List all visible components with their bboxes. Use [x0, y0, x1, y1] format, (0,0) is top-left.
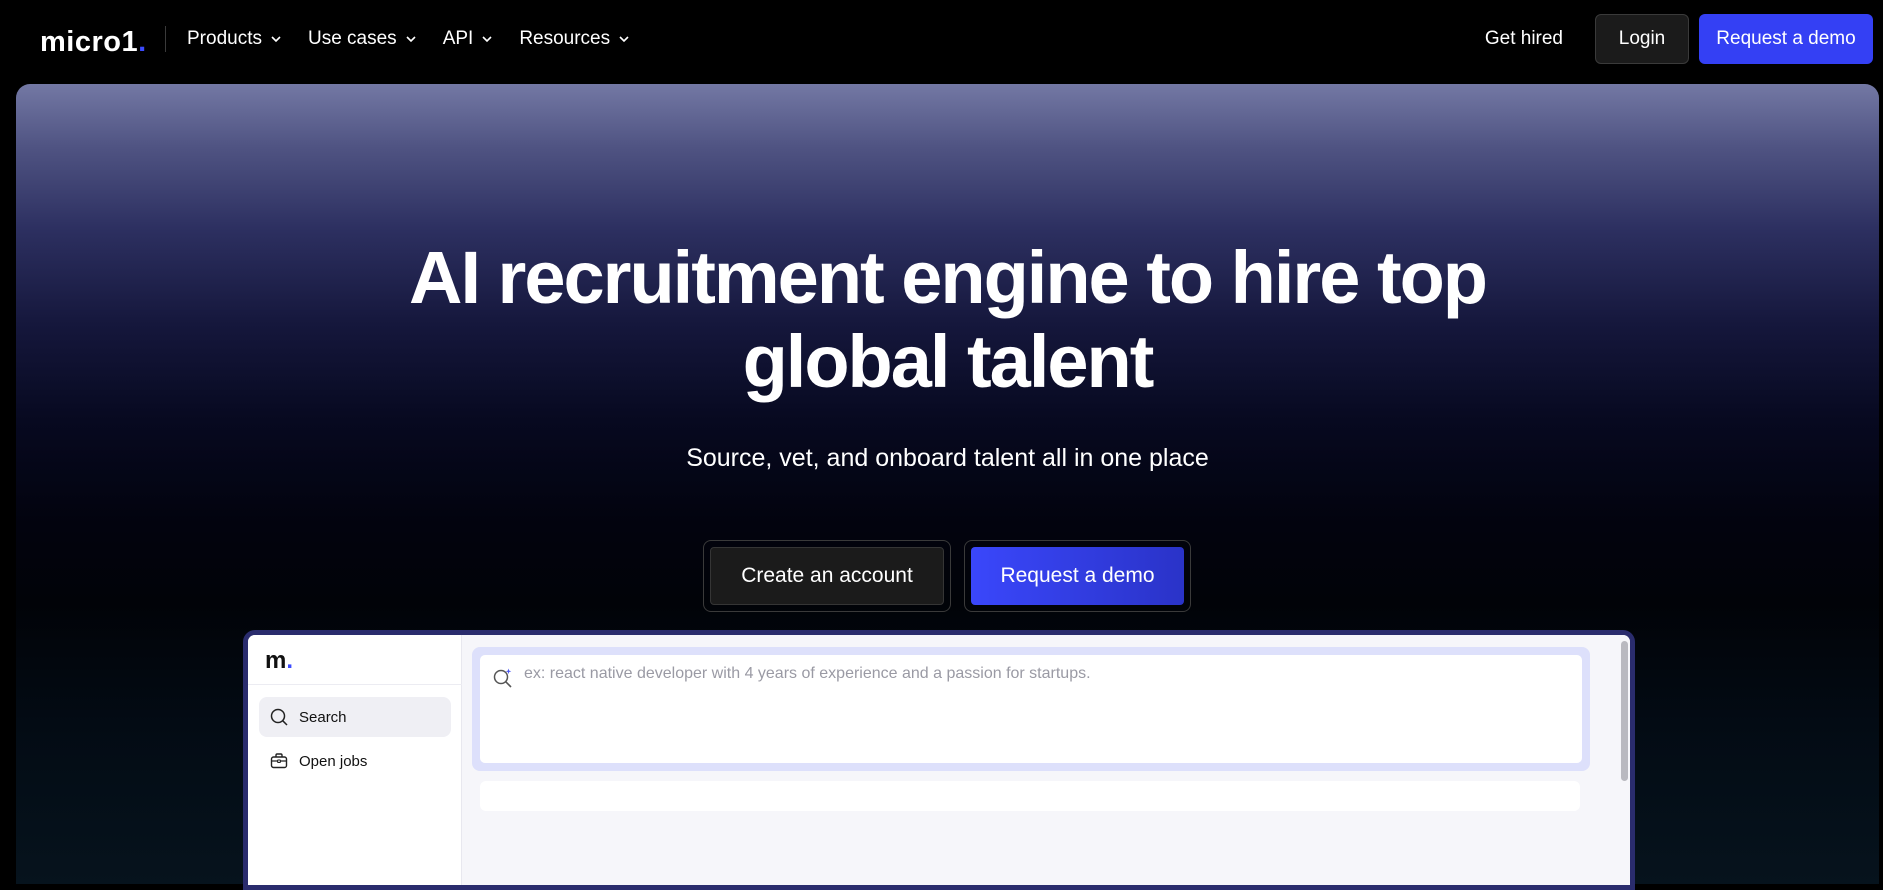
- create-account-button[interactable]: Create an account: [710, 547, 944, 605]
- create-account-wrapper: Create an account: [703, 540, 951, 612]
- search-input[interactable]: [524, 665, 1524, 683]
- ai-search-icon: [493, 668, 512, 688]
- search-box: [480, 655, 1582, 763]
- login-button[interactable]: Login: [1595, 14, 1689, 64]
- nav-resources-label: Resources: [519, 28, 611, 49]
- chevron-down-icon: [406, 36, 416, 43]
- request-demo-hero-button[interactable]: Request a demo: [971, 547, 1184, 605]
- preview-sidebar: m. Search Open jobs: [248, 635, 462, 885]
- nav-api[interactable]: API: [443, 24, 494, 54]
- briefcase-icon: [270, 753, 288, 769]
- nav-use-cases[interactable]: Use cases: [308, 24, 417, 54]
- preview-logo-letter: m: [265, 647, 287, 674]
- logo-dot: .: [138, 25, 147, 58]
- nav-products-label: Products: [187, 28, 262, 49]
- nav-actions: Get hired Login Request a demo: [1485, 14, 1873, 64]
- nav-links: Products Use cases API Resources: [187, 24, 656, 54]
- sidebar-item-label: Search: [299, 708, 347, 726]
- get-hired-link[interactable]: Get hired: [1485, 28, 1563, 50]
- chevron-down-icon: [619, 36, 629, 43]
- top-nav: micro1. Products Use cases API Resources…: [0, 0, 1883, 84]
- sidebar-item-label: Open jobs: [299, 752, 368, 770]
- preview-main: [462, 635, 1630, 885]
- sidebar-item-open-jobs[interactable]: Open jobs: [259, 741, 451, 781]
- chevron-down-icon: [482, 36, 492, 43]
- results-card: [480, 781, 1580, 811]
- logo-text: micro1: [40, 25, 139, 58]
- preview-logo: m.: [265, 647, 293, 675]
- nav-products[interactable]: Products: [187, 24, 282, 54]
- sidebar-item-search[interactable]: Search: [259, 697, 451, 737]
- nav-resources[interactable]: Resources: [519, 24, 630, 54]
- scrollbar[interactable]: [1621, 641, 1628, 781]
- request-demo-wrapper: Request a demo: [964, 540, 1191, 612]
- hero-title: AI recruitment engine to hire top global…: [16, 236, 1879, 404]
- sidebar-divider: [248, 684, 462, 685]
- nav-use-cases-label: Use cases: [307, 28, 397, 49]
- hero-title-line1: AI recruitment engine to hire top: [409, 236, 1488, 319]
- preview-logo-dot: .: [286, 647, 294, 674]
- app-preview: m. Search Open jobs: [243, 630, 1635, 890]
- logo-divider: [165, 26, 166, 52]
- hero-subtitle: Source, vet, and onboard talent all in o…: [686, 444, 1209, 472]
- micro1-logo[interactable]: micro1.: [40, 22, 147, 62]
- search-icon: [270, 708, 288, 726]
- chevron-down-icon: [271, 36, 281, 43]
- nav-api-label: API: [442, 28, 474, 49]
- hero-title-line2: global talent: [742, 320, 1155, 403]
- request-demo-nav-button[interactable]: Request a demo: [1699, 14, 1873, 64]
- search-box-frame: [472, 647, 1590, 771]
